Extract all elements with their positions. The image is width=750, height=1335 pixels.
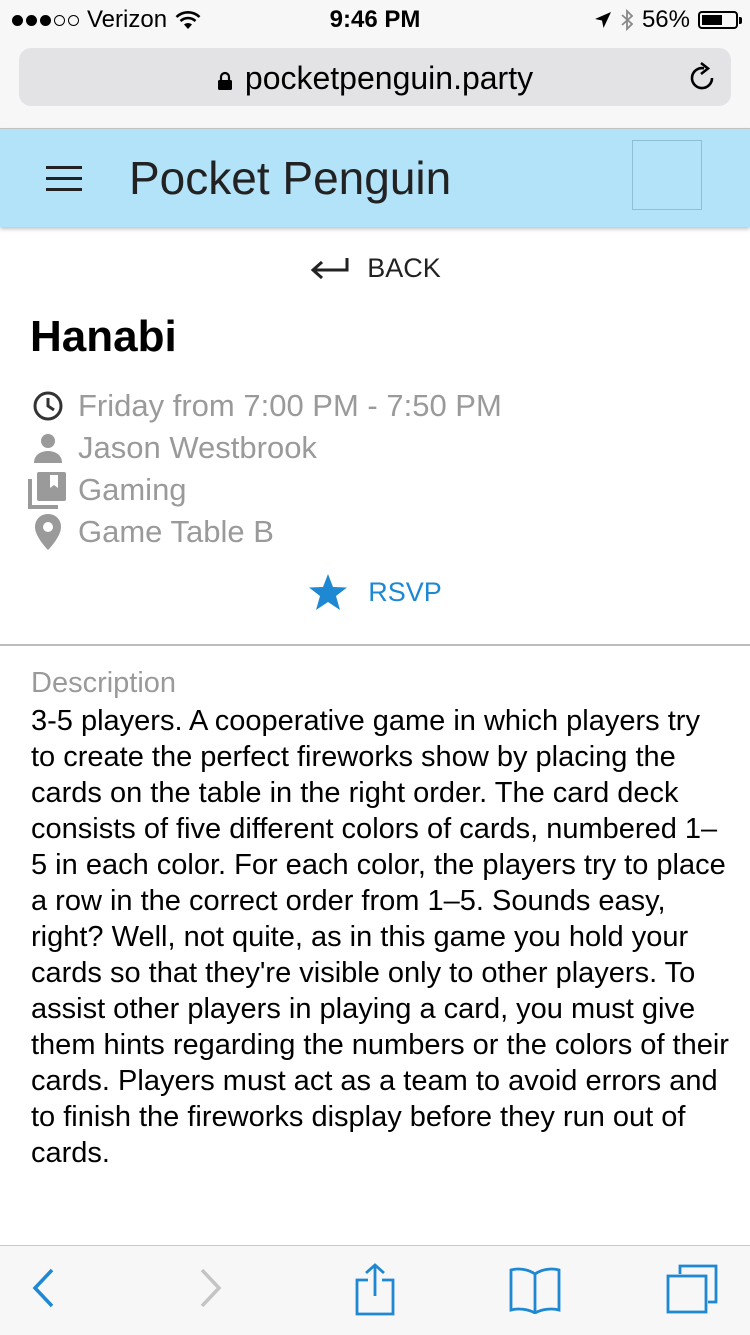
event-meta: Friday from 7:00 PM - 7:50 PM Jason West… [26, 385, 502, 553]
return-arrow-icon [310, 257, 349, 279]
event-category-row: Gaming [26, 469, 502, 511]
url-text: pocketpenguin.party [244, 60, 534, 96]
status-bar: Verizon 9:46 PM 56% [0, 0, 750, 40]
event-time-row: Friday from 7:00 PM - 7:50 PM [26, 385, 502, 427]
location-arrow-icon [594, 12, 611, 28]
location-pin-icon [35, 514, 61, 550]
event-category: Gaming [78, 472, 187, 507]
rsvp-label: RSVP [368, 576, 442, 607]
description-label: Description [31, 667, 177, 699]
app-navbar: Pocket Penguin [0, 129, 750, 227]
event-location-row: Game Table B [26, 511, 502, 553]
back-label: BACK [367, 253, 441, 283]
navbar-action-box[interactable] [632, 140, 702, 210]
lock-icon [217, 71, 232, 90]
bookmarks-icon[interactable] [508, 1266, 562, 1314]
event-host-row: Jason Westbrook [26, 427, 502, 469]
library-icon [28, 472, 66, 509]
share-icon[interactable] [354, 1262, 396, 1316]
tabs-icon[interactable] [666, 1264, 718, 1314]
back-arrow-icon[interactable] [30, 1266, 56, 1310]
event-title: Hanabi [30, 312, 177, 361]
event-location: Game Table B [78, 514, 274, 549]
clock-icon [33, 391, 63, 421]
menu-icon[interactable] [46, 166, 82, 192]
description-text: 3-5 players. A cooperative game in which… [31, 705, 729, 1169]
section-divider [0, 644, 750, 646]
event-host: Jason Westbrook [78, 430, 317, 465]
person-icon [34, 434, 62, 463]
battery-icon [698, 11, 742, 29]
browser-toolbar [0, 1245, 750, 1335]
app-title: Pocket Penguin [129, 152, 452, 204]
battery-percent: 56% [641, 6, 690, 33]
reload-icon[interactable] [687, 61, 717, 93]
event-time: Friday from 7:00 PM - 7:50 PM [78, 388, 502, 423]
star-icon [309, 574, 348, 610]
rsvp-button[interactable]: RSVP [0, 573, 750, 611]
status-right: 56% [594, 6, 742, 34]
bluetooth-icon [621, 9, 634, 31]
back-button[interactable]: BACK [0, 253, 750, 284]
address-bar[interactable]: pocketpenguin.party [19, 48, 731, 106]
browser-chrome: pocketpenguin.party [0, 40, 750, 129]
forward-arrow-icon[interactable] [198, 1266, 224, 1310]
